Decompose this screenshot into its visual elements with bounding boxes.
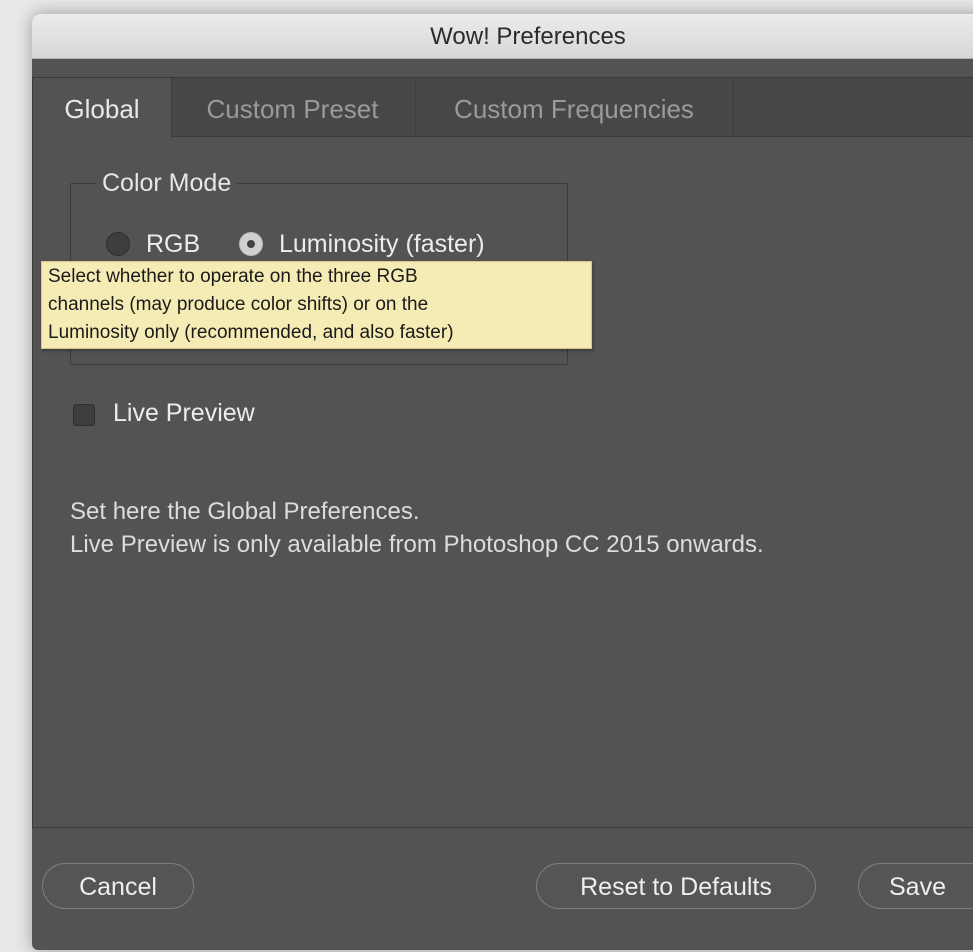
window-title: Wow! Preferences <box>32 14 973 59</box>
reset-defaults-button[interactable]: Reset to Defaults <box>536 863 816 909</box>
info-text: Set here the Global Preferences. Live Pr… <box>70 495 764 561</box>
tooltip-line: Select whether to operate on the three R… <box>48 266 418 287</box>
luminosity-radio[interactable] <box>239 232 263 256</box>
tab-custom-frequencies[interactable]: Custom Frequencies <box>415 78 734 136</box>
tooltip-line: channels (may produce color shifts) or o… <box>48 294 429 315</box>
tab-custom-preset[interactable]: Custom Preset <box>170 78 416 136</box>
color-mode-legend: Color Mode <box>96 169 238 198</box>
save-button[interactable]: Save <box>858 863 973 909</box>
cancel-button[interactable]: Cancel <box>42 863 194 909</box>
color-mode-tooltip: Select whether to operate on the three R… <box>41 261 592 349</box>
live-preview-label[interactable]: Live Preview <box>113 399 255 428</box>
tab-bar: Global Custom Preset Custom Frequencies <box>32 77 973 138</box>
luminosity-radio-label[interactable]: Luminosity (faster) <box>279 230 485 259</box>
rgb-radio-label[interactable]: RGB <box>146 230 200 259</box>
rgb-radio[interactable] <box>106 232 130 256</box>
tab-global[interactable]: Global <box>32 78 172 138</box>
live-preview-checkbox[interactable] <box>73 404 95 426</box>
info-line-global: Set here the Global Preferences. <box>70 498 420 525</box>
tooltip-line: Luminosity only (recommended, and also f… <box>48 322 454 343</box>
info-line-live-preview: Live Preview is only available from Phot… <box>70 531 764 558</box>
